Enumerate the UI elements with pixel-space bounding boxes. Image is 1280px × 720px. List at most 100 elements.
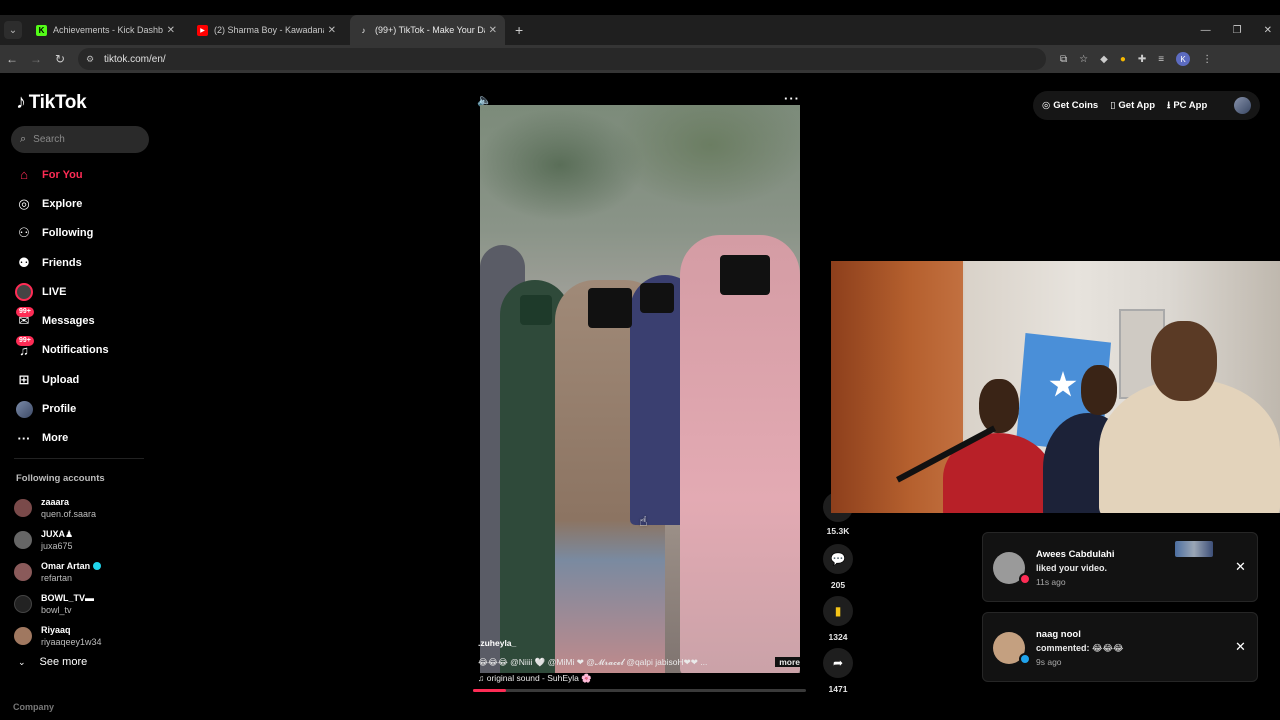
sidebar-item-profile[interactable]: Profile [14, 394, 154, 423]
maximize-icon[interactable]: ❐ [1233, 25, 1242, 36]
pc-app-button[interactable]: ⭳ PC App [1167, 98, 1207, 114]
reload-icon[interactable]: ↻ [48, 52, 72, 66]
sidebar-item-explore[interactable]: ◎ Explore [14, 189, 154, 218]
coin-icon: ◎ [1042, 100, 1051, 111]
bookmark-icon[interactable]: ▮ [823, 596, 853, 626]
extension-diamond-icon[interactable]: ◆ [1100, 54, 1108, 65]
video-progress-bar[interactable] [473, 689, 806, 692]
youtube-icon: ▶ [197, 24, 208, 36]
extension-coin-icon[interactable]: ● [1120, 54, 1126, 65]
get-coins-button[interactable]: ◎ Get Coins [1042, 100, 1098, 111]
following-account[interactable]: BOWL_TV▬ bowl_tv [14, 588, 102, 620]
browser-menu-icon[interactable]: ⋮ [1202, 54, 1212, 65]
comment-icon[interactable]: 💬 [823, 544, 853, 574]
new-tab-button[interactable]: + [515, 22, 523, 38]
get-coins-label: Get Coins [1053, 100, 1099, 111]
back-icon[interactable]: ← [0, 52, 24, 66]
account-name-row: Omar Artan [41, 561, 102, 572]
following-account[interactable]: JUXA♟ juxa675 [14, 524, 102, 556]
see-more-button[interactable]: ⌄ See more [18, 656, 87, 668]
more-options-icon[interactable]: ··· [784, 91, 800, 106]
following-account[interactable]: Omar Artan refartan [14, 556, 102, 588]
like-count: 15.3K [826, 526, 850, 536]
video-sound[interactable]: ♫ original sound - SuhEyla 🌸 [478, 673, 800, 684]
share-action[interactable]: ➦ 1471 [822, 648, 854, 694]
verified-badge-icon [93, 562, 102, 571]
sidebar-item-label: Friends [42, 256, 82, 269]
sidebar-item-friends[interactable]: ⚉ Friends [14, 248, 154, 277]
bookmark-count: 1324 [828, 632, 848, 642]
account-avatar [14, 531, 32, 549]
video-thumbnail[interactable] [1175, 541, 1213, 557]
live-icon [14, 282, 34, 302]
extensions-puzzle-icon[interactable]: ✚ [1138, 54, 1146, 65]
account-name: Riyaaq [41, 624, 71, 635]
tiktok-logo[interactable]: ♪ TikTok [16, 91, 87, 114]
top-action-bar: ◎ Get Coins ▯ Get App ⭳ PC App [1033, 91, 1260, 120]
face-veil [720, 255, 770, 295]
minimize-icon[interactable]: — [1201, 25, 1211, 36]
see-more-label: See more [39, 656, 88, 668]
notification-toast[interactable]: naag nool commented: 😂😂😂 9s ago ✕ [982, 612, 1258, 682]
friends-icon: ⚉ [18, 254, 30, 270]
tab-title: (2) Sharma Boy - Kawadanaada [214, 25, 324, 35]
sidebar-item-label: Upload [42, 373, 80, 386]
browser-toolbar: ← → ↻ ⚙ tiktok.com/en/ ⧉ ☆ ◆ ● ✚ ≡ K ⋮ [0, 45, 1280, 73]
sidebar-item-for-you[interactable]: ⌂ For You [14, 160, 154, 189]
tab-title: Achievements - Kick Dashboard [53, 25, 163, 35]
account-handle: bowl_tv [41, 604, 72, 615]
close-icon[interactable]: ✕ [328, 25, 336, 36]
close-icon[interactable]: ✕ [1235, 559, 1246, 575]
search-input[interactable]: ⌕ Search [11, 126, 149, 153]
message-count-badge: 99+ [16, 307, 34, 318]
forward-icon[interactable]: → [24, 52, 48, 66]
following-account[interactable]: Riyaaq riyaaqeey1w34 [14, 620, 102, 652]
sidebar-item-more[interactable]: ··· More [14, 424, 154, 453]
sidebar-item-messages[interactable]: ✉ 99+ Messages [14, 306, 154, 335]
media-control-icon[interactable]: ≡ [1158, 54, 1164, 65]
plus-square-icon: ⊞ [18, 371, 30, 387]
close-icon[interactable]: ✕ [489, 25, 497, 36]
bookmark-action[interactable]: ▮ 1324 [822, 596, 854, 642]
ellipsis-icon: ··· [17, 430, 31, 446]
company-section: Company [13, 698, 153, 720]
account-name: JUXA♟ [41, 528, 74, 539]
notification-count-badge: 99+ [16, 336, 34, 347]
address-bar[interactable]: ⚙ tiktok.com/en/ [78, 48, 1046, 70]
get-app-label: Get App [1118, 100, 1155, 111]
notification-user: naag nool [1036, 629, 1081, 640]
sidebar-item-following[interactable]: ⚇ Following [14, 219, 154, 248]
video-username[interactable]: .zuheyla_ [478, 638, 800, 648]
browser-tab-kick[interactable]: K Achievements - Kick Dashboard ✕ [28, 15, 183, 45]
chevron-down-icon: ⌄ [18, 656, 26, 667]
streamer-head [979, 379, 1019, 433]
video-player[interactable] [480, 105, 800, 673]
bookmark-star-icon[interactable]: ☆ [1079, 54, 1088, 65]
browser-tab-tiktok[interactable]: ♪ (99+) TikTok - Make Your Day ✕ [350, 15, 505, 45]
comment-action[interactable]: 💬 205 [822, 544, 854, 590]
streamer-head [1081, 365, 1117, 415]
get-app-button[interactable]: ▯ Get App [1110, 100, 1155, 111]
profile-avatar [14, 399, 34, 419]
following-account[interactable]: zaaara quen.of.saara [14, 492, 102, 524]
browser-tab-youtube[interactable]: ▶ (2) Sharma Boy - Kawadanaada ✕ [189, 15, 344, 45]
notification-user: Awees Cabdulahi [1036, 549, 1115, 560]
more-button[interactable]: more [775, 657, 800, 667]
close-window-icon[interactable]: ✕ [1264, 25, 1272, 36]
close-icon[interactable]: ✕ [1235, 639, 1246, 655]
sidebar-item-notifications[interactable]: ♫ 99+ Notifications [14, 336, 154, 365]
account-handle: refartan [41, 572, 73, 583]
install-app-icon[interactable]: ⧉ [1060, 54, 1067, 65]
site-info-icon[interactable]: ⚙ [86, 54, 96, 64]
sidebar-item-upload[interactable]: ⊞ Upload [14, 365, 154, 394]
sidebar-item-live[interactable]: LIVE [14, 277, 154, 306]
browser-profile-avatar[interactable]: K [1176, 52, 1191, 66]
messages-icon: ✉ 99+ [14, 307, 34, 331]
notification-toast[interactable]: Awees Cabdulahi liked your video. 11s ag… [982, 532, 1258, 602]
user-avatar[interactable] [1234, 97, 1251, 114]
sidebar-item-label: LIVE [42, 285, 67, 298]
close-icon[interactable]: ✕ [167, 25, 175, 36]
tab-search-button[interactable]: ⌄ [4, 21, 22, 39]
share-icon[interactable]: ➦ [823, 648, 853, 678]
sidebar-item-label: For You [42, 168, 83, 181]
